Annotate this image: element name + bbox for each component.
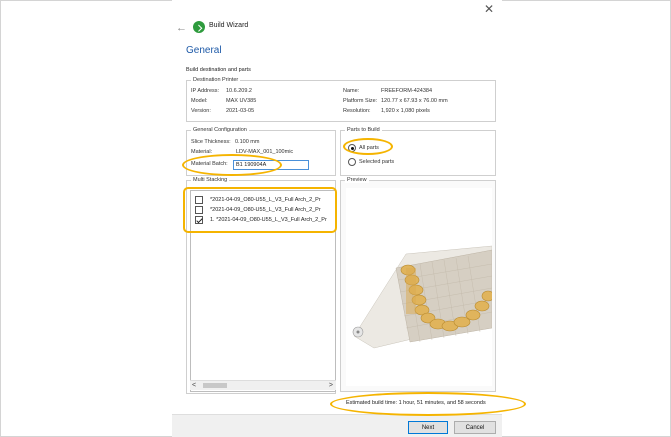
scroll-left-icon[interactable]: < [192, 382, 196, 390]
material-batch-input[interactable]: B1 190904A [233, 160, 309, 170]
list-item[interactable]: *2021-04-09_O80-U55_L_V3_Full Arch_2_Pr [195, 205, 321, 214]
estimated-build-time: Estimated build time: 1 hour, 51 minutes… [346, 400, 486, 406]
platform-size-label: Platform Size: [343, 98, 378, 104]
ip-address-value: 10.6.209.2 [226, 88, 252, 94]
resolution-label: Resolution: [343, 108, 371, 114]
material-value: LDV-MAX_001_100mic [236, 149, 294, 155]
parts-to-build-group: Parts to Build [340, 127, 496, 176]
destination-printer-label: Destination Printer [191, 77, 241, 83]
stack-checkbox[interactable] [195, 195, 203, 204]
window-title: Build Wizard [209, 22, 249, 29]
multi-stacking-list[interactable]: *2021-04-09_O80-U55_L_V3_Full Arch_2_Pr … [190, 190, 336, 392]
preview-label: Preview [345, 177, 369, 183]
close-icon[interactable]: ✕ [484, 3, 494, 15]
page-title: General [186, 45, 222, 56]
material-batch-label: Material Batch: [191, 161, 228, 167]
all-parts-radio[interactable] [348, 144, 356, 152]
platform-size-value: 120.77 x 67.93 x 76.00 mm [381, 98, 448, 104]
build-preview-canvas[interactable] [346, 188, 495, 386]
version-label: Version: [191, 108, 211, 114]
all-parts-label[interactable]: All parts [359, 145, 379, 151]
model-label: Model: [191, 98, 208, 104]
stack-item-label: *2021-04-09_O80-U55_L_V3_Full Arch_2_Pr [210, 206, 321, 213]
slice-thickness-value: 0.100 mm [235, 139, 260, 145]
next-button[interactable]: Next [408, 421, 448, 434]
page-subtitle: Build destination and parts [186, 67, 251, 73]
stack-item-label: 1. *2021-04-09_O80-U55_L_V3_Full Arch_2_… [210, 216, 327, 223]
slice-thickness-label: Slice Thickness: [191, 139, 231, 145]
dialog-footer [172, 414, 502, 437]
scroll-thumb[interactable] [203, 383, 227, 388]
multi-stacking-label: Multi Stacking [191, 177, 230, 183]
parts-to-build-label: Parts to Build [345, 127, 382, 133]
printer-name-value: FREEFORM-424384 [381, 88, 433, 94]
material-label: Material: [191, 149, 213, 155]
general-configuration-label: General Configuration [191, 127, 249, 133]
printer-name-label: Name: [343, 88, 360, 94]
horizontal-scrollbar[interactable]: < > [190, 380, 336, 390]
build-platform-render [352, 245, 495, 349]
back-arrow-icon[interactable]: ← [176, 22, 187, 34]
selected-parts-radio[interactable] [348, 158, 356, 166]
stack-item-label: *2021-04-09_O80-U55_L_V3_Full Arch_2_Pr [210, 196, 321, 203]
scroll-right-icon[interactable]: > [329, 382, 333, 390]
stack-checkbox[interactable] [195, 205, 203, 214]
build-wizard-icon [193, 21, 205, 33]
list-item[interactable]: 1. *2021-04-09_O80-U55_L_V3_Full Arch_2_… [195, 215, 327, 224]
stack-checkbox-checked[interactable] [195, 215, 203, 224]
model-value: MAX UV385 [226, 98, 257, 104]
resolution-value: 1,920 x 1,080 pixels [381, 108, 430, 114]
selected-parts-label[interactable]: Selected parts [359, 159, 394, 165]
list-item[interactable]: *2021-04-09_O80-U55_L_V3_Full Arch_2_Pr [195, 195, 321, 204]
ip-address-label: IP Address: [191, 88, 220, 94]
cancel-button[interactable]: Cancel [454, 421, 496, 434]
version-value: 2021-03-05 [226, 108, 255, 114]
